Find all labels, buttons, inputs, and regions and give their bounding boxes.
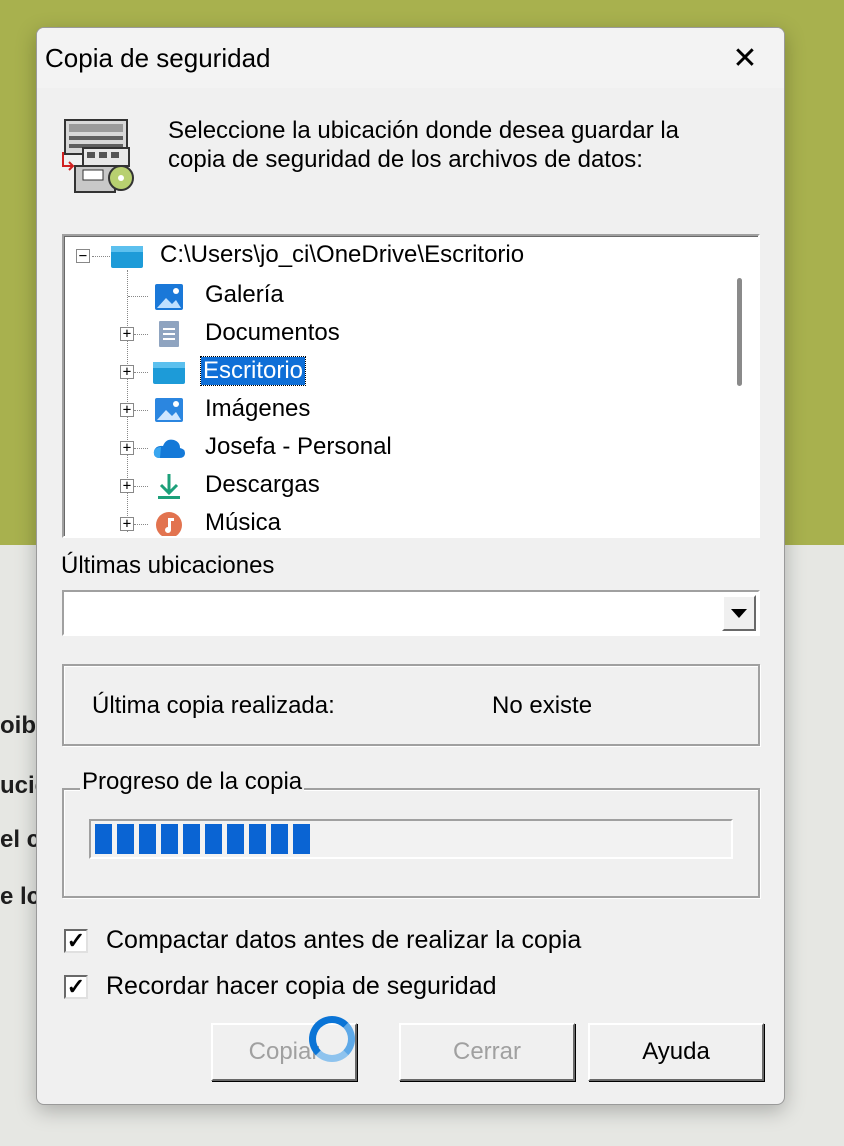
remind-checkbox-label[interactable]: Recordar hacer copia de seguridad <box>106 972 497 1001</box>
chevron-down-icon <box>731 608 747 618</box>
compact-checkbox[interactable]: ✓ <box>64 928 88 953</box>
tree-item[interactable]: + Escritorio <box>64 354 758 390</box>
progress-block <box>161 824 178 854</box>
progress-block <box>205 824 222 854</box>
background-text-fragment: el c <box>0 826 41 853</box>
tree-expand-toggle[interactable]: + <box>120 327 134 341</box>
tree-item[interactable]: + Imágenes <box>64 392 758 428</box>
recent-locations-label: Últimas ubicaciones <box>61 552 275 579</box>
tree-line <box>128 296 148 297</box>
tree-expand-toggle[interactable]: + <box>120 441 134 455</box>
compact-checkbox-label[interactable]: Compactar datos antes de realizar la cop… <box>106 926 581 955</box>
tree-item[interactable]: Galería <box>64 278 758 314</box>
progress-bar <box>89 819 733 859</box>
tree-item[interactable]: + Música <box>64 506 758 536</box>
progress-block <box>183 824 200 854</box>
last-copy-label: Última copia realizada: <box>92 692 335 719</box>
tree-item-label[interactable]: Galería <box>205 281 284 309</box>
tree-item-label[interactable]: Música <box>205 509 281 536</box>
progress-fill <box>95 824 310 854</box>
onedrive-cloud-icon <box>153 439 185 458</box>
recent-locations-combobox[interactable] <box>62 590 760 636</box>
remind-checkbox[interactable]: ✓ <box>64 974 88 999</box>
tree-line <box>134 372 148 373</box>
backup-app-icon <box>62 119 134 193</box>
dropdown-button[interactable] <box>722 595 756 631</box>
progress-block <box>117 824 134 854</box>
tree-expand-toggle[interactable]: + <box>120 479 134 493</box>
pictures-icon <box>155 398 183 422</box>
tree-line <box>134 448 148 449</box>
tree-item-label[interactable]: Imágenes <box>205 395 310 423</box>
tree-scrollbar-thumb[interactable] <box>737 278 742 386</box>
gallery-icon <box>155 284 183 310</box>
tree-expand-toggle[interactable]: + <box>120 517 134 531</box>
progress-block <box>271 824 288 854</box>
tree-item[interactable]: + Descargas <box>64 468 758 504</box>
tree-root-label[interactable]: C:\Users\jo_ci\OneDrive\Escritorio <box>160 241 524 269</box>
desktop-folder-icon <box>153 362 185 384</box>
background-text-fragment: e lc <box>0 883 41 910</box>
downloads-icon <box>158 474 180 499</box>
title-bar: Copia de seguridad ✕ <box>37 28 784 88</box>
help-button[interactable]: Ayuda <box>588 1023 764 1081</box>
dialog-title: Copia de seguridad <box>45 43 271 73</box>
music-icon <box>156 512 182 536</box>
progress-block <box>139 824 156 854</box>
tree-item[interactable]: + Documentos <box>64 316 758 352</box>
busy-spinner-icon <box>309 1016 355 1062</box>
backup-dialog: Copia de seguridad ✕ Seleccione la ubica… <box>36 27 785 1105</box>
tree-line <box>92 256 110 257</box>
remind-option[interactable]: ✓ Recordar hacer copia de seguridad <box>64 972 497 1001</box>
last-copy-value: No existe <box>492 692 593 719</box>
folder-tree[interactable]: − C:\Users\jo_ci\OneDrive\Escritorio Gal… <box>62 234 760 538</box>
last-copy-panel: Última copia realizada: No existe <box>62 664 760 746</box>
instruction-text: Seleccione la ubicación donde desea guar… <box>168 117 680 173</box>
tree-expand-toggle[interactable]: + <box>120 365 134 379</box>
tree-line <box>134 410 148 411</box>
tree-item-label[interactable]: Escritorio <box>199 356 307 386</box>
tree-item[interactable]: + Josefa - Personal <box>64 430 758 466</box>
close-icon: ✕ <box>732 41 758 75</box>
close-button[interactable]: ✕ <box>706 28 784 88</box>
documents-icon <box>159 321 179 347</box>
desktop-folder-icon <box>111 246 143 268</box>
progress-block <box>95 824 112 854</box>
compact-option[interactable]: ✓ Compactar datos antes de realizar la c… <box>64 926 581 955</box>
tree-expand-toggle[interactable]: + <box>120 403 134 417</box>
tree-line <box>134 524 148 525</box>
tree-line <box>134 486 148 487</box>
tree-item-label[interactable]: Josefa - Personal <box>205 433 392 461</box>
tree-collapse-toggle[interactable]: − <box>76 249 90 263</box>
progress-legend: Progreso de la copia <box>80 768 305 796</box>
tree-line <box>134 334 148 335</box>
tree-item-label[interactable]: Documentos <box>205 319 340 347</box>
progress-block <box>293 824 310 854</box>
tree-item-label[interactable]: Descargas <box>205 471 320 499</box>
progress-block <box>227 824 244 854</box>
close-dialog-button[interactable]: Cerrar <box>399 1023 575 1081</box>
progress-block <box>249 824 266 854</box>
